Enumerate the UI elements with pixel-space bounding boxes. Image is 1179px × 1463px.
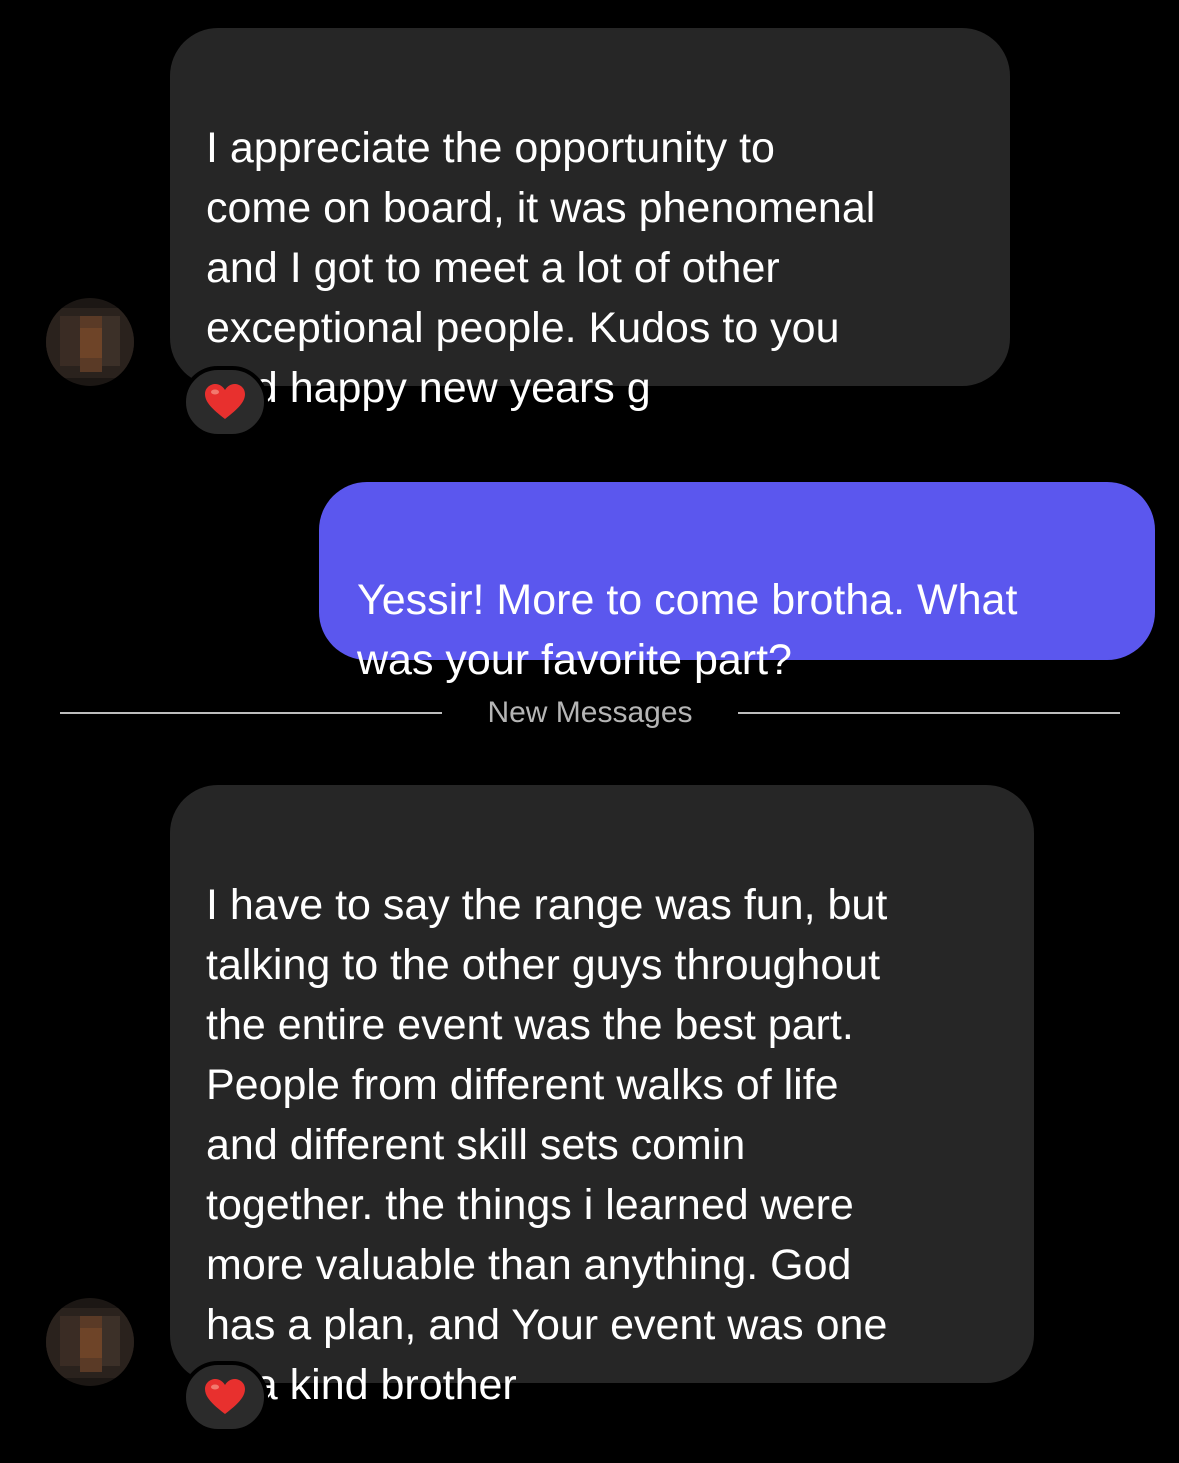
sender-avatar[interactable] [46,1298,134,1386]
outgoing-message-bubble[interactable]: Yessir! More to come brotha. What was yo… [319,482,1155,684]
message-reaction[interactable] [182,1361,268,1433]
divider-line [738,712,1120,714]
message-reaction[interactable] [182,366,268,438]
incoming-message-bubble[interactable]: I appreciate the opportunity to come on … [170,28,1010,412]
divider-line [60,712,442,714]
heart-icon [205,384,245,419]
message-text: I appreciate the opportunity to come on … [206,124,876,412]
new-messages-divider: New Messages [60,690,1120,736]
divider-label: New Messages [487,696,693,729]
heart-icon [205,1379,245,1414]
message-text: Yessir! More to come brotha. What was yo… [357,576,1018,684]
message-text: I have to say the range was fun, but tal… [206,881,888,1409]
sender-avatar[interactable] [46,298,134,386]
incoming-message-bubble[interactable]: I have to say the range was fun, but tal… [170,785,1034,1409]
